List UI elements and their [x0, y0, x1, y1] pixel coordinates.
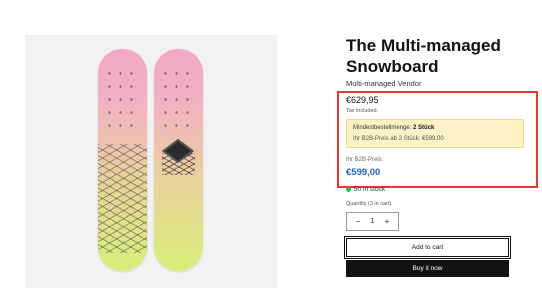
product-image-panel[interactable]	[25, 35, 277, 288]
quantity-value[interactable]: 1	[371, 218, 375, 225]
snowboard-image-left	[98, 49, 147, 271]
tax-note: Tax included.	[346, 108, 379, 114]
product-price: €629,95	[346, 95, 379, 105]
min-order-label: Mindestbestellmenge:	[353, 125, 412, 131]
board-dots-pattern	[160, 67, 197, 137]
product-title: The Multi-managed Snowboard	[346, 36, 501, 76]
board-dots-pattern	[104, 67, 141, 137]
add-to-cart-button[interactable]: Add to cart	[344, 236, 511, 259]
quantity-increment-button[interactable]: +	[382, 217, 392, 226]
quantity-label: Quantity (3 in cart)	[346, 201, 392, 207]
product-vendor: Multi-managed Vendor	[346, 79, 422, 88]
min-order-notice: Mindestbestellmenge: 2 Stück Ihr B2B-Pre…	[346, 119, 524, 148]
min-order-line: Mindestbestellmenge: 2 Stück	[353, 124, 517, 133]
b2b-price-label: Ihr B2B-Preis:	[346, 157, 384, 163]
quantity-decrement-button[interactable]: −	[353, 217, 363, 226]
in-stock-dot-icon	[346, 187, 351, 192]
stock-text: 50 in stock	[354, 186, 386, 193]
b2b-tier-text: Ihr B2B-Preis ab 2 Stück: €599,00	[353, 136, 444, 142]
stock-status: 50 in stock	[346, 186, 385, 193]
min-order-value: 2 Stück	[413, 125, 435, 131]
snowboard-image-right	[154, 49, 203, 271]
quantity-stepper[interactable]: − 1 +	[346, 212, 399, 231]
buy-now-button[interactable]: Buy it now	[346, 260, 509, 277]
b2b-price: €599,00	[346, 167, 381, 178]
board-grid-pattern	[98, 144, 147, 253]
